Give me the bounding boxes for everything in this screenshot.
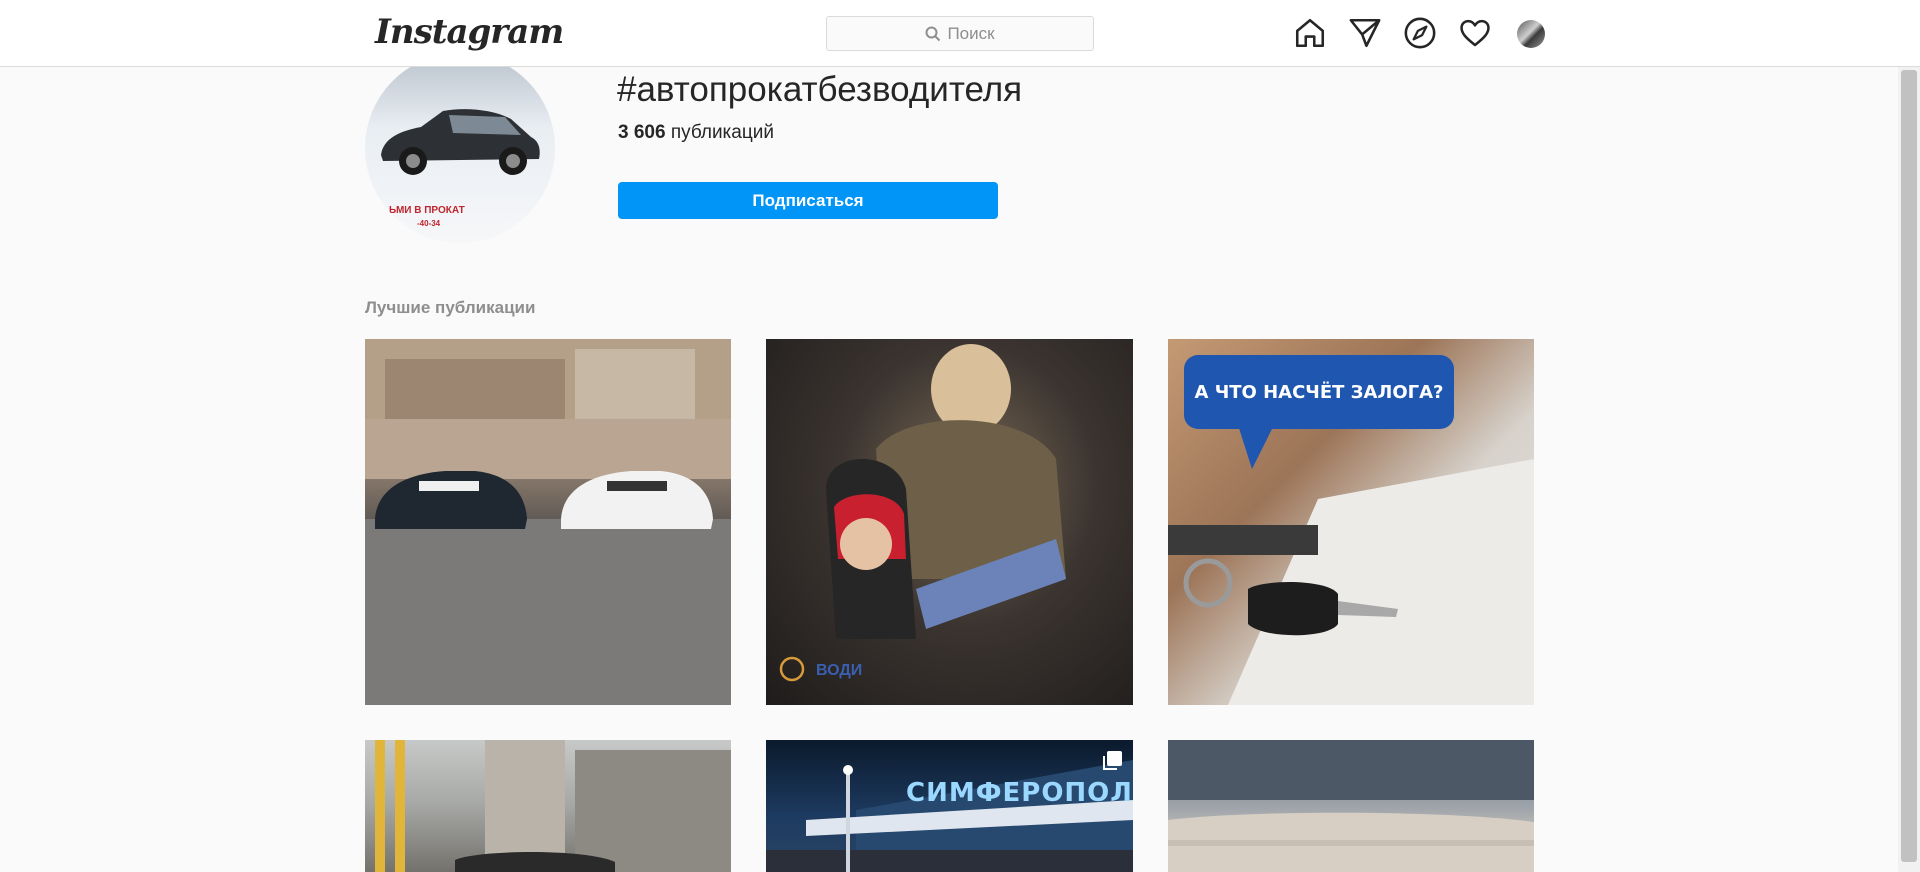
follow-button[interactable]: Подписаться [618, 182, 998, 219]
post-image-child-seat: ВОДИ [779, 344, 1066, 682]
profile-avatar[interactable] [1517, 20, 1545, 48]
bubble-tail [1238, 425, 1274, 469]
post-tile-6[interactable] [1168, 740, 1534, 872]
posts-count: 3 606 публикаций [618, 122, 774, 144]
post-tile-4[interactable] [365, 740, 731, 872]
explore-icon[interactable] [1403, 16, 1437, 50]
post-tile-5[interactable]: СИМФЕРОПОЛЬ [766, 740, 1133, 872]
post-tile-2[interactable]: ВОДИ [766, 339, 1133, 705]
search-input[interactable]: Поиск [826, 16, 1094, 51]
car-image [381, 109, 540, 175]
activity-heart-icon[interactable] [1458, 16, 1492, 50]
question-bubble: А ЧТО НАСЧЁТ ЗАЛОГА? [1184, 355, 1454, 429]
home-icon[interactable] [1293, 16, 1327, 50]
top-posts-heading: Лучшие публикации [365, 298, 536, 317]
top-navigation-bar: Instagram Поиск [0, 0, 1920, 67]
posts-count-number: 3 606 [618, 122, 666, 143]
posts-count-label: публикаций [670, 122, 774, 143]
post-image-cars [365, 339, 731, 705]
avatar-promo-text: ЬМИ В ПРОКАТ [389, 205, 465, 216]
hashtag-avatar: ЬМИ В ПРОКАТ -40-34 [365, 53, 555, 243]
scrollbar-thumb[interactable] [1901, 70, 1917, 862]
post-tile-1[interactable] [365, 339, 731, 705]
post-image-seascape [1168, 740, 1534, 872]
airport-sign: СИМФЕРОПОЛЬ [906, 778, 1133, 808]
direct-icon[interactable] [1348, 16, 1382, 50]
search-placeholder: Поиск [947, 23, 995, 43]
post-image-construction [375, 740, 731, 872]
watermark-text: ВОДИ [816, 662, 862, 679]
carousel-icon [1103, 751, 1122, 770]
instagram-logo[interactable]: Instagram [375, 12, 564, 52]
post-tile-3[interactable]: А ЧТО НАСЧЁТ ЗАЛОГА? [1168, 339, 1534, 705]
search-icon [925, 26, 941, 41]
avatar-promo-phone: -40-34 [417, 219, 441, 228]
hashtag-title: #автопрокатбезводителя [617, 70, 1023, 109]
